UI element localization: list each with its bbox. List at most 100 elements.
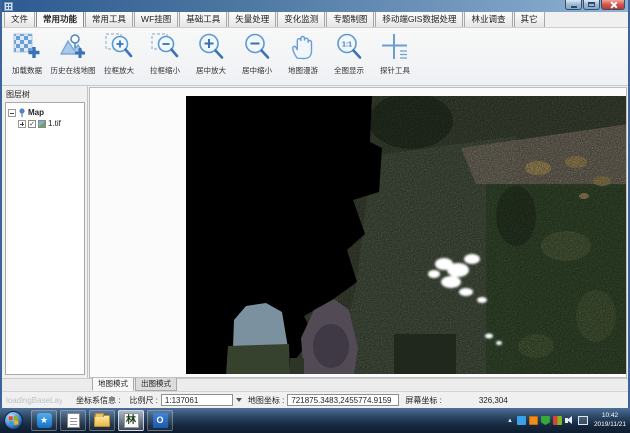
main-toolbar: 加载数据 历史在线地图 拉框放大 <box>2 28 628 86</box>
taskbar-explorer-app[interactable] <box>89 410 115 431</box>
tree-node-layer[interactable]: ✓ 1.tif <box>8 118 82 129</box>
dropdown-arrow-icon[interactable] <box>236 398 242 402</box>
tab-mobile-gis-data[interactable]: 移动端GIS数据处理 <box>375 10 463 27</box>
center-zoom-out-icon <box>242 32 272 62</box>
layer-panel-title: 图层树 <box>2 86 87 102</box>
maximize-button[interactable] <box>583 0 600 10</box>
center-zoom-out-button[interactable]: 居中缩小 <box>234 30 280 85</box>
view-mode-tab-bar: 地图模式 出图模式 <box>2 378 628 391</box>
o-app-icon: O <box>153 413 168 428</box>
star-app-icon: ★ <box>37 413 52 428</box>
screen-coord-value: 326,304 <box>479 396 508 405</box>
minimize-icon <box>571 6 577 8</box>
layer-visibility-checkbox[interactable]: ✓ <box>28 120 36 128</box>
box-zoom-out-button[interactable]: 拉框缩小 <box>142 30 188 85</box>
status-bar: loadingBaseLayer 坐标系信息 : 比例尺 : 1:137061 … <box>2 391 628 408</box>
windows-logo-icon <box>9 416 19 426</box>
notepad-app-icon <box>67 413 80 428</box>
title-bar <box>2 0 628 12</box>
tab-common-tools[interactable]: 常用工具 <box>85 10 133 27</box>
map-coord-field: 721875.3483,2455774.9159 <box>287 394 399 406</box>
tool-label: 探针工具 <box>380 65 410 76</box>
expand-icon[interactable] <box>18 120 26 128</box>
tab-thematic-mapping[interactable]: 专题制图 <box>326 10 374 27</box>
layer-panel: 图层树 Map ✓ 1.tif <box>2 86 88 378</box>
map-coord-value: 721875.3483,2455774.9159 <box>291 396 391 405</box>
layer-name: 1.tif <box>48 119 61 128</box>
tool-label: 全图显示 <box>334 65 364 76</box>
taskbar-forest-gis-app[interactable]: 林 <box>118 410 144 431</box>
close-button[interactable] <box>601 0 625 10</box>
clock-date: 2019/11/21 <box>594 421 626 430</box>
tab-vector-processing[interactable]: 矢量处理 <box>228 10 276 27</box>
tab-map-mode[interactable]: 地图模式 <box>92 376 134 391</box>
tab-common-functions[interactable]: 常用功能 <box>36 10 84 27</box>
system-tray: ▲ 10:42 2019/11/21 <box>507 408 628 433</box>
collapse-icon[interactable] <box>8 109 16 117</box>
tray-orange-app-icon[interactable] <box>529 416 538 425</box>
full-extent-button[interactable]: 1:1 全图显示 <box>326 30 372 85</box>
screen-coord-label: 屏幕坐标 : <box>405 395 441 406</box>
history-online-map-button[interactable]: 历史在线地图 <box>50 30 96 85</box>
scale-combobox[interactable]: 1:137061 <box>161 394 233 406</box>
center-zoom-in-button[interactable]: 居中放大 <box>188 30 234 85</box>
taskbar-clock[interactable]: 10:42 2019/11/21 <box>594 412 626 430</box>
map-view[interactable] <box>89 87 627 378</box>
one-to-one-glyph: 1:1 <box>342 42 352 49</box>
tab-other[interactable]: 其它 <box>514 10 545 27</box>
scale-value: 1:137061 <box>165 396 198 405</box>
tab-change-monitoring[interactable]: 变化监测 <box>277 10 325 27</box>
tool-label: 地图漫游 <box>288 65 318 76</box>
windows-taskbar: ★ 林 O ▲ 10:42 2019/11/21 <box>0 408 630 433</box>
box-zoom-out-icon <box>150 32 180 62</box>
application-window: 文件 常用功能 常用工具 WF挂图 基础工具 矢量处理 变化监测 专题制图 移动… <box>0 0 630 408</box>
box-zoom-in-button[interactable]: 拉框放大 <box>96 30 142 85</box>
taskbar-o-app[interactable]: O <box>147 410 173 431</box>
crs-label: 坐标系信息 : <box>76 395 120 406</box>
tray-flag-icon[interactable] <box>553 416 562 425</box>
taskbar-star-app[interactable]: ★ <box>31 410 57 431</box>
satellite-imagery[interactable] <box>186 96 627 374</box>
loading-status-text: loadingBaseLayer <box>6 396 62 405</box>
pan-hand-icon <box>288 32 318 62</box>
tab-forestry-survey[interactable]: 林业调查 <box>464 10 512 27</box>
volume-icon[interactable] <box>565 416 575 425</box>
map-coord-label: 地图坐标 : <box>248 395 284 406</box>
tab-file[interactable]: 文件 <box>4 10 35 27</box>
tab-basic-tools[interactable]: 基础工具 <box>179 10 227 27</box>
probe-tool-icon <box>380 32 410 62</box>
tree-node-map[interactable]: Map <box>8 107 82 118</box>
minimize-button[interactable] <box>565 0 582 10</box>
probe-tool-button[interactable]: 探针工具 <box>372 30 418 85</box>
tool-label: 居中放大 <box>196 65 226 76</box>
tray-antivirus-icon[interactable] <box>541 416 550 425</box>
history-online-map-icon <box>58 32 88 62</box>
taskbar-notepad-app[interactable] <box>60 410 86 431</box>
network-icon[interactable] <box>578 416 588 425</box>
load-data-icon <box>12 32 42 62</box>
start-button[interactable] <box>4 411 23 430</box>
clock-time: 10:42 <box>594 412 626 421</box>
app-logo-icon <box>4 2 13 11</box>
maximize-icon <box>588 2 595 7</box>
center-zoom-in-icon <box>196 32 226 62</box>
map-root-label: Map <box>28 108 44 117</box>
forest-app-icon: 林 <box>124 413 139 428</box>
tool-label: 拉框放大 <box>104 65 134 76</box>
tool-label: 加载数据 <box>12 65 42 76</box>
tray-expand-icon[interactable]: ▲ <box>507 418 513 424</box>
folder-icon <box>94 415 110 427</box>
tool-label: 历史在线地图 <box>51 65 96 76</box>
full-extent-icon: 1:1 <box>334 32 364 62</box>
tray-messenger-icon[interactable] <box>517 416 526 425</box>
pan-button[interactable]: 地图漫游 <box>280 30 326 85</box>
tool-label: 居中缩小 <box>242 65 272 76</box>
tab-wf-map[interactable]: WF挂图 <box>134 10 178 27</box>
close-icon <box>610 1 617 8</box>
tab-layout-mode[interactable]: 出图模式 <box>135 376 177 391</box>
box-zoom-in-icon <box>104 32 134 62</box>
tool-label: 拉框缩小 <box>150 65 180 76</box>
map-pin-icon <box>18 108 26 117</box>
load-data-button[interactable]: 加载数据 <box>4 30 50 85</box>
scale-label: 比例尺 : <box>129 395 157 406</box>
